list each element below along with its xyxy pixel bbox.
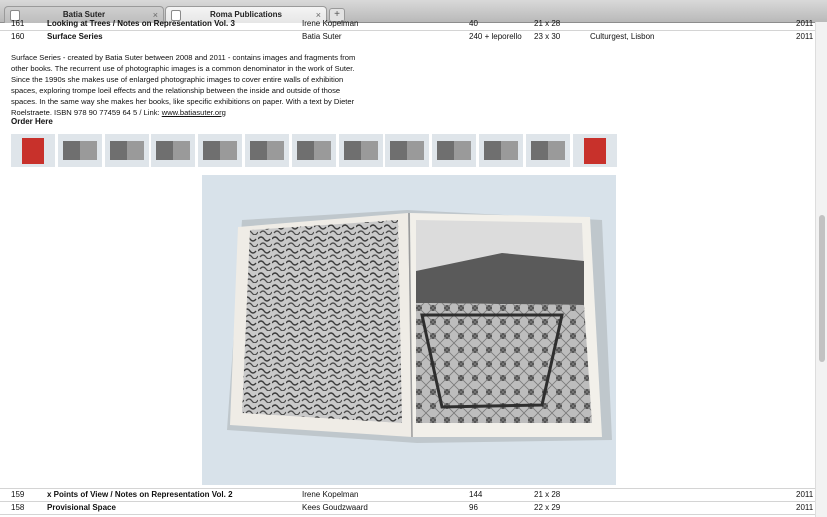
order-here-link[interactable]: Order Here	[11, 117, 53, 126]
row-author: Irene Kopelman	[302, 19, 359, 28]
thumbnail[interactable]	[245, 134, 289, 167]
row-author: Batia Suter	[302, 32, 342, 41]
thumbnail[interactable]	[57, 134, 102, 167]
row-year: 2011	[796, 503, 814, 512]
row-size: 21 x 28	[534, 490, 561, 499]
row-publisher: Culturgest, Lisbon	[590, 32, 655, 41]
book-spread-image	[227, 210, 612, 443]
cover-image	[583, 138, 606, 164]
row-pages: 40	[469, 19, 478, 28]
row-author: Kees Goudzwaard	[302, 503, 368, 512]
row-pages: 240 + leporello	[469, 32, 522, 41]
thumbnail[interactable]	[479, 134, 523, 167]
thumbnail[interactable]	[151, 134, 196, 167]
row-year: 2011	[796, 32, 814, 41]
table-row: 158 Provisional Space Kees Goudzwaard 96…	[0, 502, 827, 514]
row-pages: 96	[469, 503, 478, 512]
divider	[0, 514, 815, 515]
row-title[interactable]: Looking at Trees / Notes on Representati…	[47, 19, 235, 28]
table-row: 160 Surface Series Batia Suter 240 + lep…	[0, 31, 827, 43]
thumbnail[interactable]	[198, 134, 243, 167]
table-row: 159 x Points of View / Notes on Represen…	[0, 489, 827, 501]
row-title[interactable]: x Points of View / Notes on Representati…	[47, 490, 233, 499]
row-title[interactable]: Provisional Space	[47, 503, 116, 512]
thumbnail[interactable]	[104, 134, 149, 167]
book-description: Surface Series - created by Batia Suter …	[11, 53, 363, 118]
vertical-scrollbar[interactable]	[815, 22, 827, 517]
website-link[interactable]: www.batiasuter.org	[162, 108, 226, 117]
table-row: 161 Looking at Trees / Notes on Represen…	[0, 18, 827, 30]
thumbnail[interactable]	[432, 134, 477, 167]
row-title[interactable]: Surface Series	[47, 32, 103, 41]
row-pages: 144	[469, 490, 483, 499]
thumbnail-back-cover[interactable]	[572, 134, 617, 167]
cover-image	[22, 138, 44, 164]
row-size: 22 x 29	[534, 503, 561, 512]
thumbnail[interactable]	[525, 134, 570, 167]
row-size: 21 x 28	[534, 19, 561, 28]
row-number: 159	[11, 490, 25, 499]
row-size: 23 x 30	[534, 32, 561, 41]
row-year: 2011	[796, 490, 814, 499]
row-number: 158	[11, 503, 25, 512]
scrollbar-thumb[interactable]	[819, 215, 825, 362]
thumbnail-cover[interactable]	[11, 134, 55, 167]
row-number: 161	[11, 19, 25, 28]
row-year: 2011	[796, 19, 814, 28]
row-author: Irene Kopelman	[302, 490, 359, 499]
thumbnail[interactable]	[385, 134, 430, 167]
thumbnail[interactable]	[338, 134, 383, 167]
row-number: 160	[11, 32, 25, 41]
book-spread-photo	[202, 175, 616, 485]
thumbnail[interactable]	[291, 134, 336, 167]
